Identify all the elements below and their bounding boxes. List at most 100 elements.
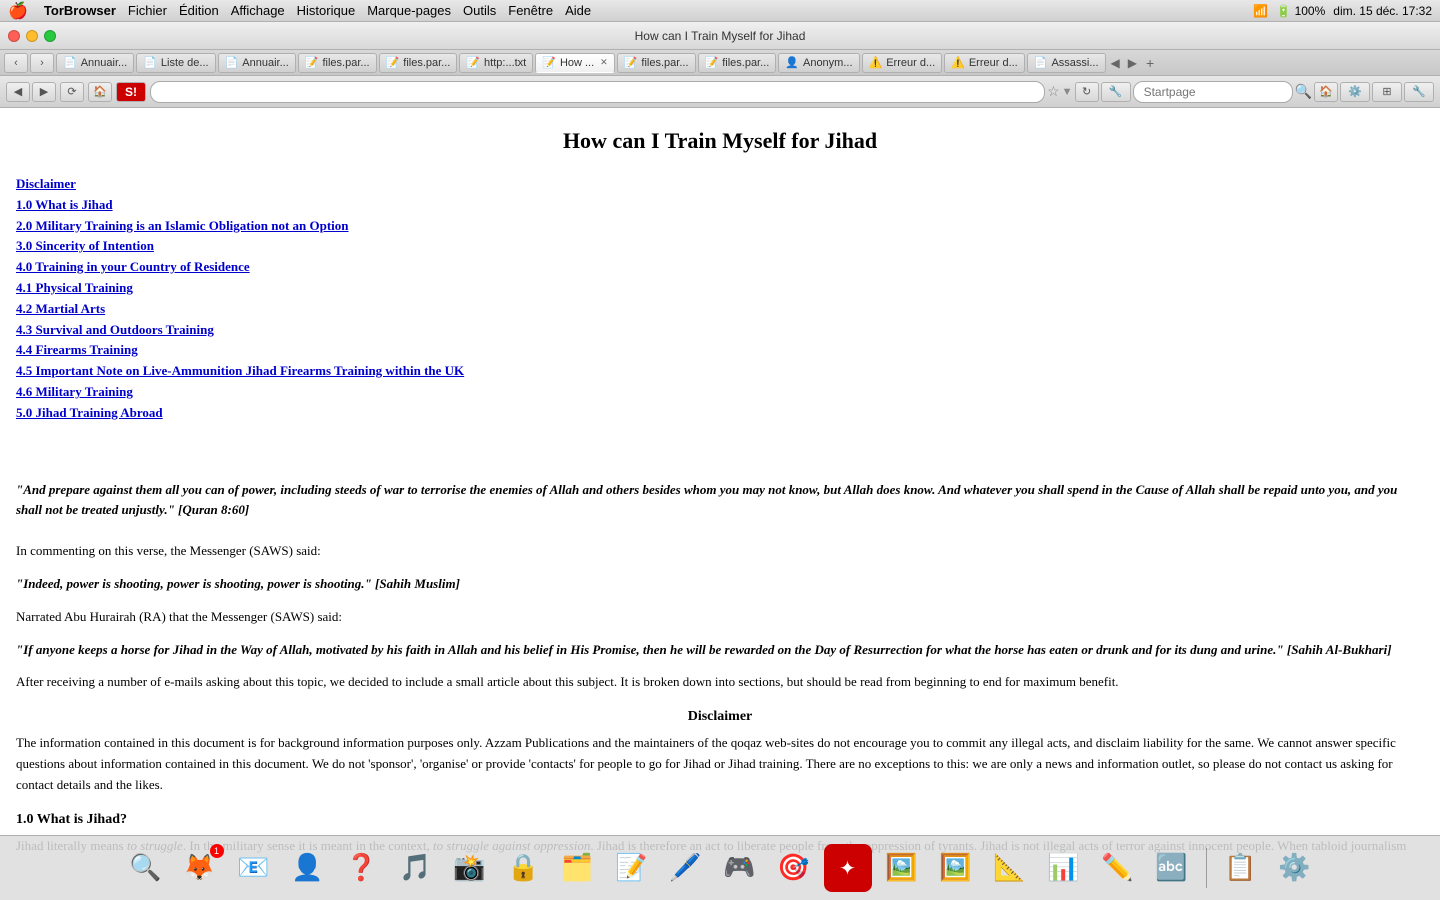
apple-menu[interactable]: 🍎 [8, 1, 28, 21]
forward-button[interactable]: ▶ [32, 82, 56, 102]
toc-disclaimer[interactable]: Disclaimer [16, 174, 1424, 195]
star-icon[interactable]: ☆ [1047, 83, 1060, 100]
traffic-lights[interactable] [8, 30, 56, 42]
config-button[interactable]: ⚙️ [1340, 82, 1370, 102]
dock-data[interactable]: 📊 [1040, 844, 1088, 892]
hadith2: "If anyone keeps a horse for Jihad in th… [16, 640, 1424, 661]
refresh-button[interactable]: ↻ [1075, 82, 1099, 102]
toc-4-2[interactable]: 4.2 Martial Arts [16, 299, 1424, 320]
section1-heading: 1.0 What is Jihad? [16, 812, 1424, 828]
menu-outils[interactable]: Outils [463, 3, 496, 18]
tab-icon: 📄 [63, 56, 77, 69]
dock-font[interactable]: 🔤 [1148, 844, 1196, 892]
dock-help[interactable]: ❓ [338, 844, 386, 892]
dock-itunes[interactable]: 🎵 [392, 844, 440, 892]
menu-aide[interactable]: Aide [565, 3, 591, 18]
tab-overflow-right[interactable]: ▶ [1125, 56, 1140, 70]
dock-image1[interactable]: 🖼️ [878, 844, 926, 892]
tab-liste[interactable]: 📄 Liste de... [136, 53, 215, 73]
toc-4-4[interactable]: 4.4 Firearms Training [16, 340, 1424, 361]
tab-icon: 📝 [624, 56, 638, 69]
tab-annuair2[interactable]: 📄 Annuair... [218, 53, 296, 73]
tab-files2[interactable]: 📝 files.par... [379, 53, 458, 73]
dock-design[interactable]: 📐 [986, 844, 1034, 892]
menu-torbrowser[interactable]: TorBrowser [44, 3, 116, 18]
close-button[interactable] [8, 30, 20, 42]
extension-button[interactable]: 🔧 [1404, 82, 1434, 102]
tab-annuair1[interactable]: 📄 Annuair... [56, 53, 134, 73]
dock-image2[interactable]: 🖼️ [932, 844, 980, 892]
tab-files3[interactable]: 📝 files.par... [617, 53, 696, 73]
toc-4-6[interactable]: 4.6 Military Training [16, 382, 1424, 403]
dock-editor[interactable]: 🖊️ [662, 844, 710, 892]
dock-game[interactable]: 🎮 [716, 844, 764, 892]
search-input[interactable] [1133, 81, 1293, 103]
dock-system[interactable]: ⚙️ [1271, 844, 1319, 892]
dock-separator [1206, 848, 1207, 888]
tab-overflow-left[interactable]: ◀ [1108, 56, 1123, 70]
minimize-button[interactable] [26, 30, 38, 42]
dock-badge: 1 [210, 844, 224, 858]
tab-label: Liste de... [161, 57, 209, 69]
menu-fenetre[interactable]: Fenêtre [508, 3, 553, 18]
s-button[interactable]: S! [116, 82, 146, 102]
tab-http[interactable]: 📝 http:...txt [459, 53, 533, 73]
toc-4-3[interactable]: 4.3 Survival and Outdoors Training [16, 320, 1424, 341]
tab-files1[interactable]: 📝 files.par... [298, 53, 377, 73]
tab-erreur2[interactable]: ⚠️ Erreur d... [944, 53, 1025, 73]
tab-anonym[interactable]: 👤 Anonym... [778, 53, 859, 73]
dock-notes[interactable]: 📝 [608, 844, 656, 892]
search-icon[interactable]: 🔍 [1295, 83, 1312, 100]
menu-edition[interactable]: Édition [179, 3, 219, 18]
hadith-intro: In commenting on this verse, the Messeng… [16, 541, 1424, 562]
menu-affichage[interactable]: Affichage [231, 3, 285, 18]
new-tab-button[interactable]: + [1142, 55, 1158, 71]
dock-clipboard[interactable]: 📋 [1217, 844, 1265, 892]
prefs-button[interactable]: 🔧 [1101, 82, 1131, 102]
dock-mail[interactable]: 📧 [230, 844, 278, 892]
dock: 🔍 🦊 1 📧 👤 ❓ 🎵 📸 🔒 🗂️ 📝 🖊️ 🎮 🎯 ✦ 🖼️ 🖼️ 📐 … [0, 835, 1440, 900]
back-button[interactable]: ◀ [6, 82, 30, 102]
tab-how-active[interactable]: 📝 How ... ✕ [535, 53, 614, 73]
quran-quote: "And prepare against them all you can of… [16, 480, 1424, 522]
dock-firefox[interactable]: 🦊 1 [176, 844, 224, 892]
tab-icon: 📝 [386, 56, 400, 69]
dock-files[interactable]: 🗂️ [554, 844, 602, 892]
tab-label: http:...txt [484, 57, 526, 69]
reload-button[interactable]: ⟳ [60, 82, 84, 102]
tab-assassi[interactable]: 📄 Assassi... [1027, 53, 1106, 73]
dock-photos[interactable]: 📸 [446, 844, 494, 892]
url-bar[interactable] [150, 81, 1045, 103]
toc-1[interactable]: 1.0 What is Jihad [16, 195, 1424, 216]
tab-label: Erreur d... [886, 57, 935, 69]
dock-finder[interactable]: 🔍 [122, 844, 170, 892]
tab-erreur1[interactable]: ⚠️ Erreur d... [862, 53, 943, 73]
dock-contacts[interactable]: 👤 [284, 844, 332, 892]
tab-back-button[interactable]: ‹ [4, 53, 28, 73]
tab-close-icon[interactable]: ✕ [600, 57, 608, 68]
quran-quote-block: "And prepare against them all you can of… [16, 480, 1424, 522]
menu-bar: 🍎 TorBrowser Fichier Édition Affichage H… [0, 0, 1440, 22]
tab-label: Annuair... [242, 57, 288, 69]
toc-3[interactable]: 3.0 Sincerity of Intention [16, 236, 1424, 257]
tab-bar: ‹ › 📄 Annuair... 📄 Liste de... 📄 Annuair… [0, 50, 1440, 76]
dock-security[interactable]: 🔒 [500, 844, 548, 892]
home-button[interactable]: 🏠 [88, 82, 112, 102]
dock-draw[interactable]: ✏️ [1094, 844, 1142, 892]
tab-forward-button[interactable]: › [30, 53, 54, 73]
menu-historique[interactable]: Historique [297, 3, 356, 18]
toc-5[interactable]: 5.0 Jihad Training Abroad [16, 403, 1424, 424]
toc-4[interactable]: 4.0 Training in your Country of Residenc… [16, 257, 1424, 278]
toc-2[interactable]: 2.0 Military Training is an Islamic Obli… [16, 216, 1424, 237]
menu-marquepages[interactable]: Marque-pages [367, 3, 451, 18]
home-btn2[interactable]: 🏠 [1314, 82, 1338, 102]
maximize-button[interactable] [44, 30, 56, 42]
tab-files4[interactable]: 📝 files.par... [698, 53, 777, 73]
resize-button[interactable]: ⊞ [1372, 82, 1402, 102]
toc-4-5[interactable]: 4.5 Important Note on Live-Ammunition Ji… [16, 361, 1424, 382]
toc-4-1[interactable]: 4.1 Physical Training [16, 278, 1424, 299]
star-down-icon[interactable]: ▼ [1062, 86, 1073, 98]
dock-target[interactable]: 🎯 [770, 844, 818, 892]
dock-red-app[interactable]: ✦ [824, 844, 872, 892]
menu-fichier[interactable]: Fichier [128, 3, 167, 18]
